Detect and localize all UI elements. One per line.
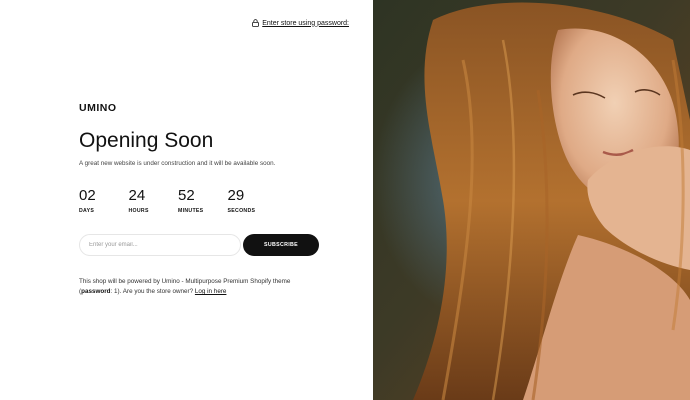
password-hint-label: password <box>81 288 111 295</box>
enter-with-password-link[interactable]: Enter store using password: <box>252 19 349 27</box>
countdown-days-value: 02 <box>79 187 96 204</box>
powered-by-text: This shop will be powered by Umino - Mul… <box>79 278 291 285</box>
password-hint-value: : 1 <box>110 288 118 295</box>
left-panel: Enter store using password: UMINO Openin… <box>0 0 373 400</box>
brand-logo[interactable]: UMINO <box>79 102 117 114</box>
page-subtitle: A great new website is under constructio… <box>79 160 276 167</box>
countdown-seconds-label: SECONDS <box>227 208 256 214</box>
model-portrait-image <box>373 0 690 400</box>
countdown-days: 02 DAYS <box>79 187 129 214</box>
countdown-minutes: 52 MINUTES <box>178 187 228 214</box>
lock-icon <box>252 19 260 27</box>
countdown-days-label: DAYS <box>79 208 95 214</box>
countdown-seconds-value: 29 <box>227 187 245 204</box>
hero-image-panel <box>373 0 690 400</box>
page-title: Opening Soon <box>79 129 214 152</box>
countdown-timer: 02 DAYS 24 HOURS 52 MINUTES 29 SECONDS <box>79 187 277 214</box>
countdown-hours-value: 24 <box>128 187 146 204</box>
countdown-minutes-label: MINUTES <box>178 208 204 214</box>
email-input[interactable] <box>79 234 241 256</box>
store-owner-notice: This shop will be powered by Umino - Mul… <box>79 278 291 295</box>
countdown-minutes-value: 52 <box>178 187 195 204</box>
login-link[interactable]: Log in here <box>195 288 227 295</box>
countdown-hours-label: HOURS <box>128 208 149 214</box>
subscribe-button[interactable]: SUBSCRIBE <box>243 234 319 256</box>
countdown-hours: 24 HOURS <box>129 187 179 214</box>
countdown-seconds: 29 SECONDS <box>228 187 278 214</box>
password-link-label[interactable]: Enter store using password: <box>262 20 349 27</box>
store-owner-question: . Are you the store owner? <box>119 288 194 295</box>
